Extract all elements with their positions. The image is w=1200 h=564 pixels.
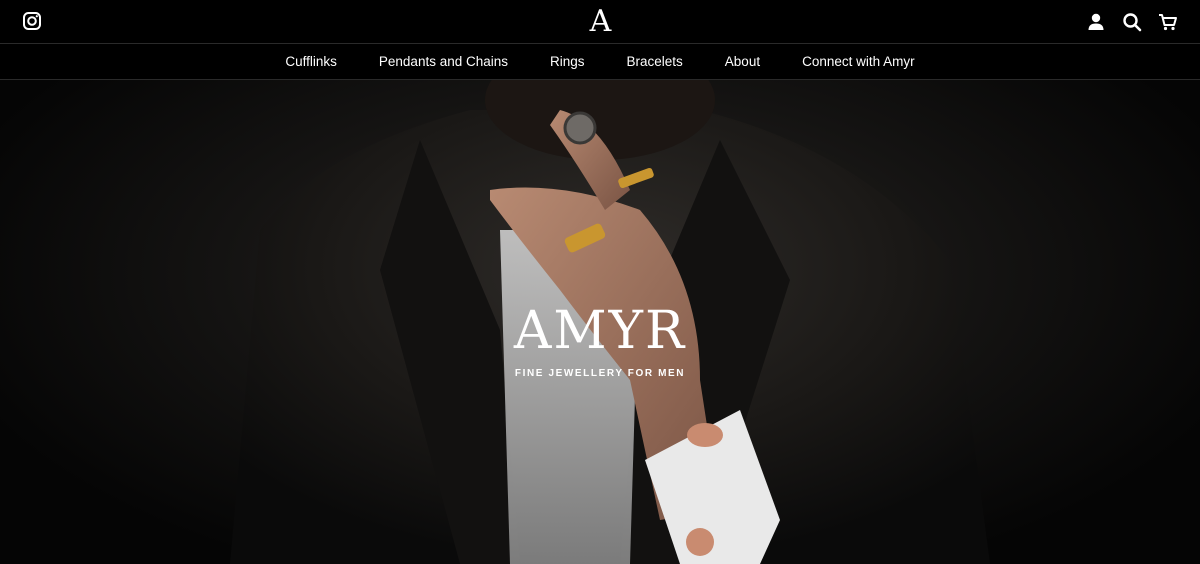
signet-ring [563,111,597,145]
brand-tagline: FINE JEWELLERY FOR MEN [514,368,686,379]
bracelet [687,423,723,447]
top-header: A [0,0,1200,44]
search-icon[interactable] [1122,12,1142,32]
nav-item-rings[interactable]: Rings [529,44,606,79]
nav-item-connect[interactable]: Connect with Amyr [781,44,936,79]
site-logo[interactable]: A [584,5,616,39]
main-navigation: Cufflinks Pendants and Chains Rings Brac… [0,44,1200,80]
nav-item-bracelets[interactable]: Bracelets [606,44,704,79]
cart-icon[interactable] [1158,12,1178,32]
cufflink [686,528,714,556]
hero-brand: AMYR FINE JEWELLERY FOR MEN [450,302,750,379]
brand-wordmark: AMYR [513,301,687,361]
nav-item-pendants-and-chains[interactable]: Pendants and Chains [358,44,529,79]
nav-item-cufflinks[interactable]: Cufflinks [264,44,358,79]
nav-list: Cufflinks Pendants and Chains Rings Brac… [0,44,1200,79]
instagram-icon[interactable] [22,11,42,31]
nav-item-about[interactable]: About [704,44,781,79]
account-icon[interactable] [1086,12,1106,32]
hero-banner[interactable]: AMYR FINE JEWELLERY FOR MEN [0,80,1200,564]
header-actions [1086,11,1178,33]
